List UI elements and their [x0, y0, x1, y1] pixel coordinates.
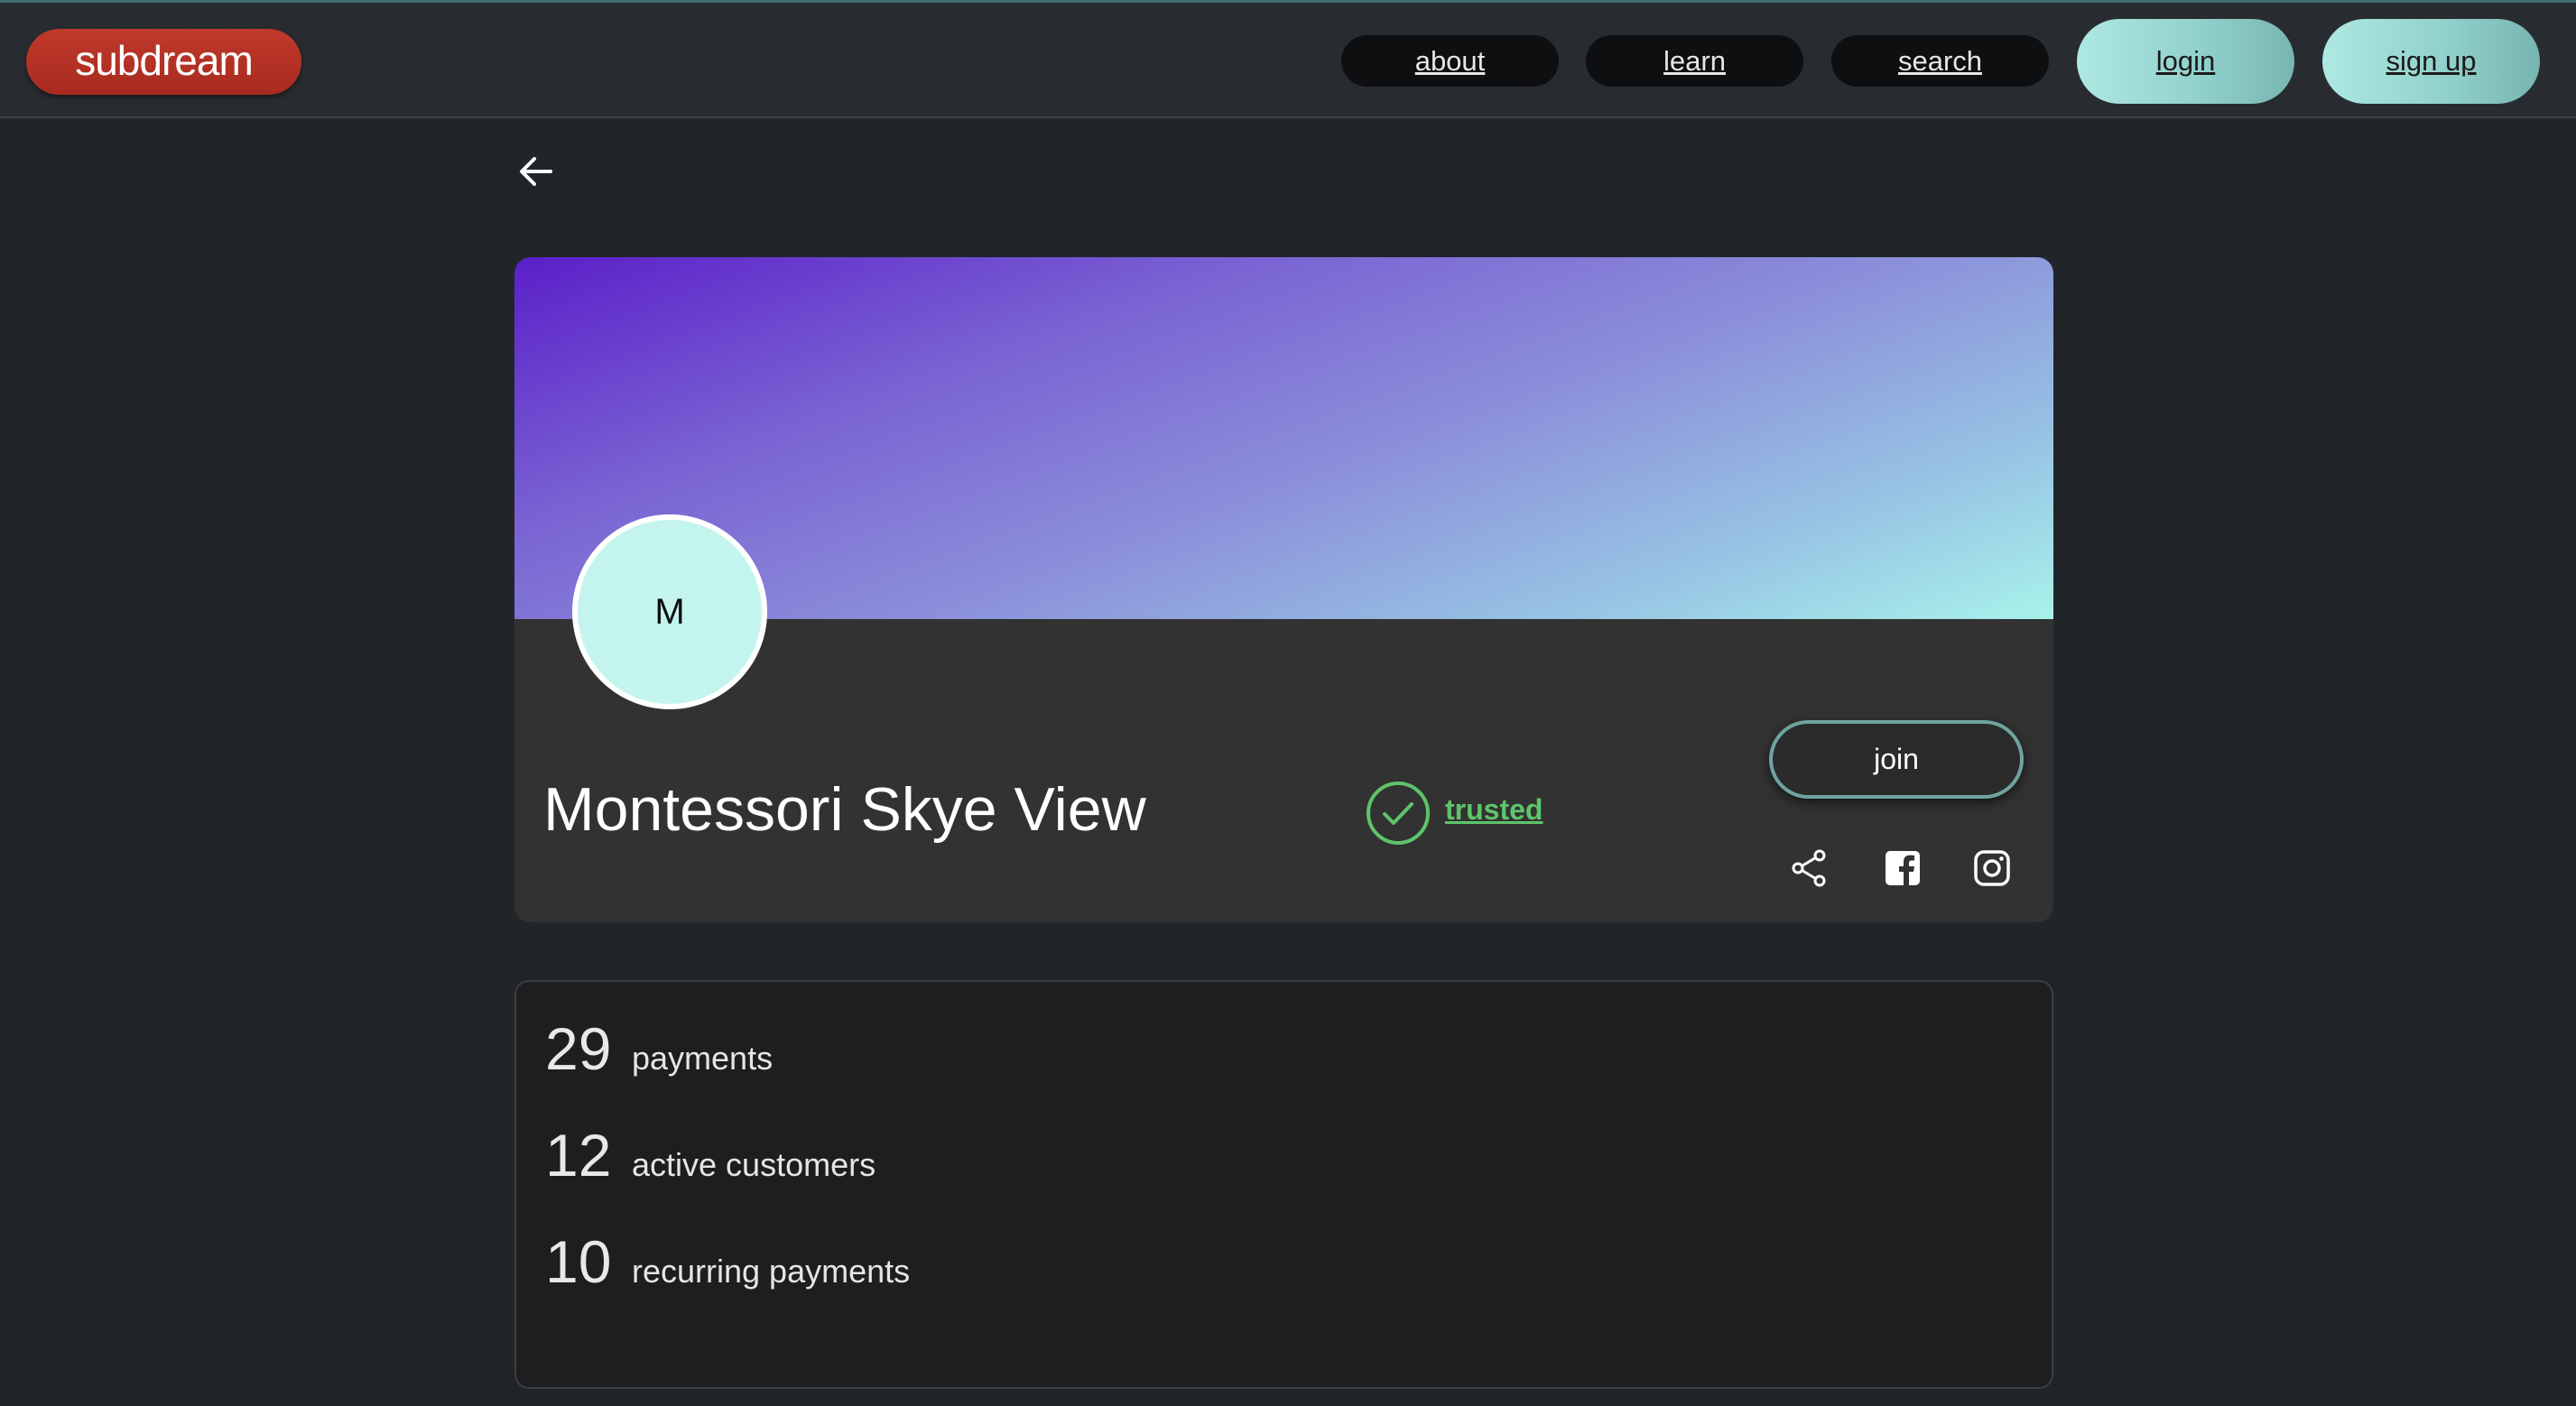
nav-about-link[interactable]: about [1341, 35, 1559, 87]
profile-card: M Montessori Skye View trusted join [514, 257, 2053, 922]
stat-label: payments [632, 1040, 774, 1077]
stat-value: 10 [545, 1228, 612, 1295]
share-icon[interactable] [1788, 847, 1830, 889]
avatar-initial: M [654, 591, 685, 632]
checkmark-circle-icon [1366, 781, 1431, 846]
join-button[interactable]: join [1769, 720, 2024, 799]
organization-name: Montessori Skye View [543, 775, 1146, 844]
stat-payments: 29 payments [545, 1014, 773, 1083]
facebook-icon[interactable] [1882, 847, 1923, 889]
login-button[interactable]: login [2077, 19, 2294, 104]
stat-active-customers: 12 active customers [545, 1121, 876, 1189]
logo-link[interactable]: subdream [26, 29, 301, 95]
instagram-icon[interactable] [1971, 847, 2013, 889]
top-navigation-bar: subdream about learn search login sign u… [0, 0, 2576, 118]
stat-label: active customers [632, 1146, 876, 1183]
signup-button[interactable]: sign up [2322, 19, 2540, 104]
trusted-link[interactable]: trusted [1445, 793, 1543, 827]
stats-card: 29 payments 12 active customers 10 recur… [514, 980, 2053, 1389]
back-arrow-icon[interactable] [516, 152, 556, 191]
avatar: M [572, 514, 767, 709]
stat-label: recurring payments [632, 1253, 911, 1290]
stat-value: 29 [545, 1015, 612, 1082]
stat-value: 12 [545, 1122, 612, 1189]
nav-search-link[interactable]: search [1831, 35, 2049, 87]
nav-learn-link[interactable]: learn [1586, 35, 1803, 87]
stat-recurring-payments: 10 recurring payments [545, 1227, 910, 1296]
